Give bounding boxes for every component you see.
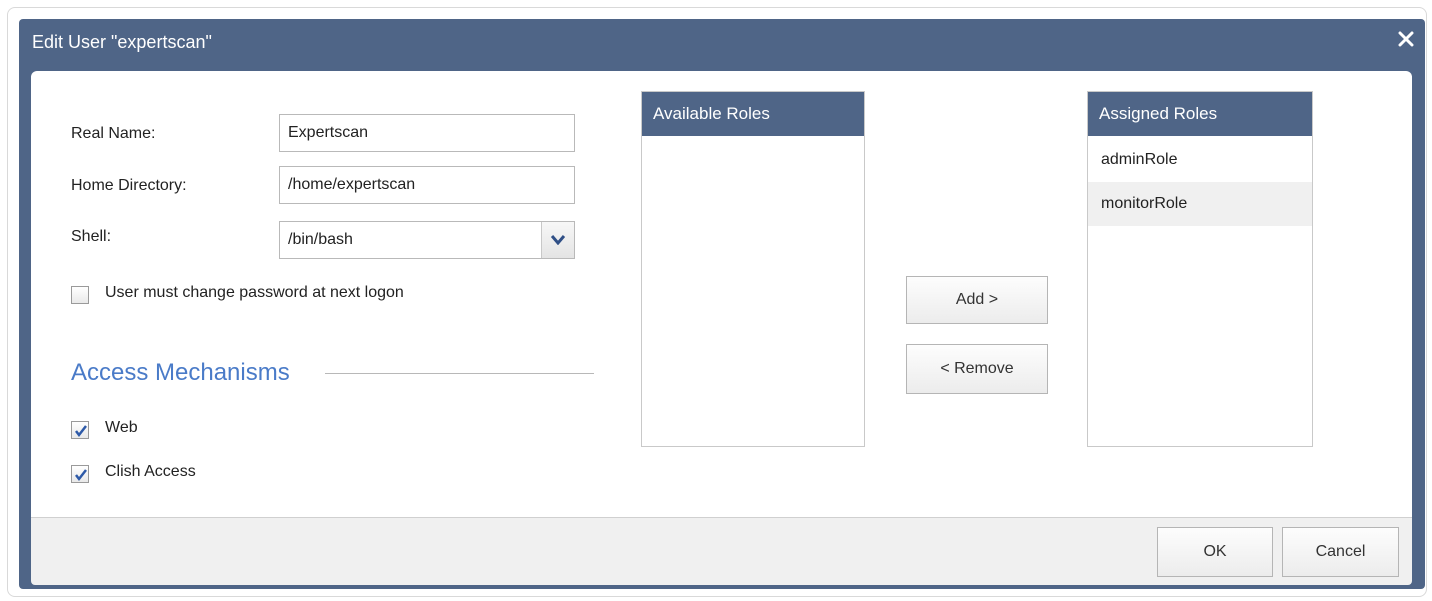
checkmark-icon [75, 425, 87, 438]
checkmark-icon [75, 469, 87, 482]
section-divider [325, 373, 594, 374]
clish-access-label: Clish Access [105, 463, 196, 480]
dialog-content: Real Name: Expertscan Home Directory: /h… [31, 71, 1412, 517]
close-icon[interactable] [1395, 29, 1417, 51]
home-directory-label: Home Directory: [71, 177, 187, 194]
chevron-down-icon[interactable] [541, 222, 574, 258]
assigned-role-admin[interactable]: adminRole [1088, 138, 1312, 182]
add-role-button[interactable]: Add > [906, 276, 1048, 324]
web-checkbox[interactable] [71, 421, 89, 439]
web-label: Web [105, 419, 138, 436]
change-password-checkbox[interactable] [71, 286, 89, 304]
dialog-footer: OK Cancel [31, 517, 1412, 585]
remove-role-button[interactable]: < Remove [906, 344, 1048, 394]
assigned-roles-list[interactable]: Assigned Roles adminRole monitorRole [1087, 91, 1313, 447]
ok-button[interactable]: OK [1157, 527, 1273, 577]
home-directory-input[interactable]: /home/expertscan [279, 166, 575, 204]
clish-access-checkbox[interactable] [71, 465, 89, 483]
shell-label: Shell: [71, 228, 112, 245]
real-name-label: Real Name: [71, 125, 156, 142]
available-roles-header: Available Roles [642, 92, 864, 136]
dialog-title: Edit User "expertscan" [32, 32, 212, 52]
assigned-roles-header: Assigned Roles [1088, 92, 1312, 136]
change-password-label: User must change password at next logon [105, 284, 404, 301]
assigned-role-monitor[interactable]: monitorRole [1088, 182, 1312, 226]
shell-select-value: /bin/bash [288, 231, 353, 248]
access-mechanisms-title: Access Mechanisms [71, 359, 290, 386]
shell-select[interactable]: /bin/bash [279, 221, 575, 259]
cancel-button[interactable]: Cancel [1282, 527, 1399, 577]
edit-user-dialog: Edit User "expertscan" Real Name: Expert… [19, 19, 1425, 589]
available-roles-list[interactable]: Available Roles [641, 91, 865, 447]
real-name-input[interactable]: Expertscan [279, 114, 575, 152]
